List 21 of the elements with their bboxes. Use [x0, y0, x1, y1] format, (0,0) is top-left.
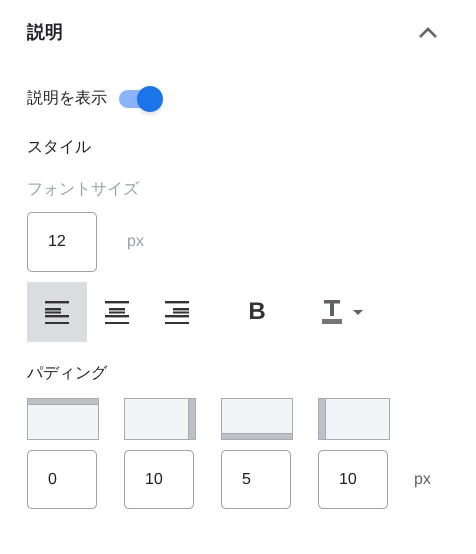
style-heading: スタイル [27, 138, 92, 158]
unit-label: px [414, 470, 431, 490]
align-center-icon [105, 300, 129, 324]
section-title: 説明 [27, 20, 63, 44]
font-size-label: フォントサイズ [27, 180, 140, 200]
align-left-button[interactable] [27, 282, 87, 342]
unit-label: px [127, 232, 144, 252]
align-left-icon [45, 300, 69, 324]
caret-icon [353, 310, 363, 314]
toggle-label: 説明を表示 [27, 88, 107, 109]
chevron-icon [418, 26, 438, 38]
padding-field[interactable]: 0 [27, 450, 97, 509]
font-size-field[interactable]: 12 [27, 212, 97, 272]
bold-button[interactable]: B [227, 282, 287, 342]
align-right-icon [165, 300, 189, 324]
text-color-icon [321, 299, 343, 325]
padding-label: パディング [27, 364, 108, 384]
padding-field[interactable]: 10 [124, 450, 194, 509]
padding-field[interactable]: 5 [221, 450, 291, 509]
toggle-switch[interactable] [117, 86, 163, 112]
padding-field[interactable]: 10 [318, 450, 388, 509]
